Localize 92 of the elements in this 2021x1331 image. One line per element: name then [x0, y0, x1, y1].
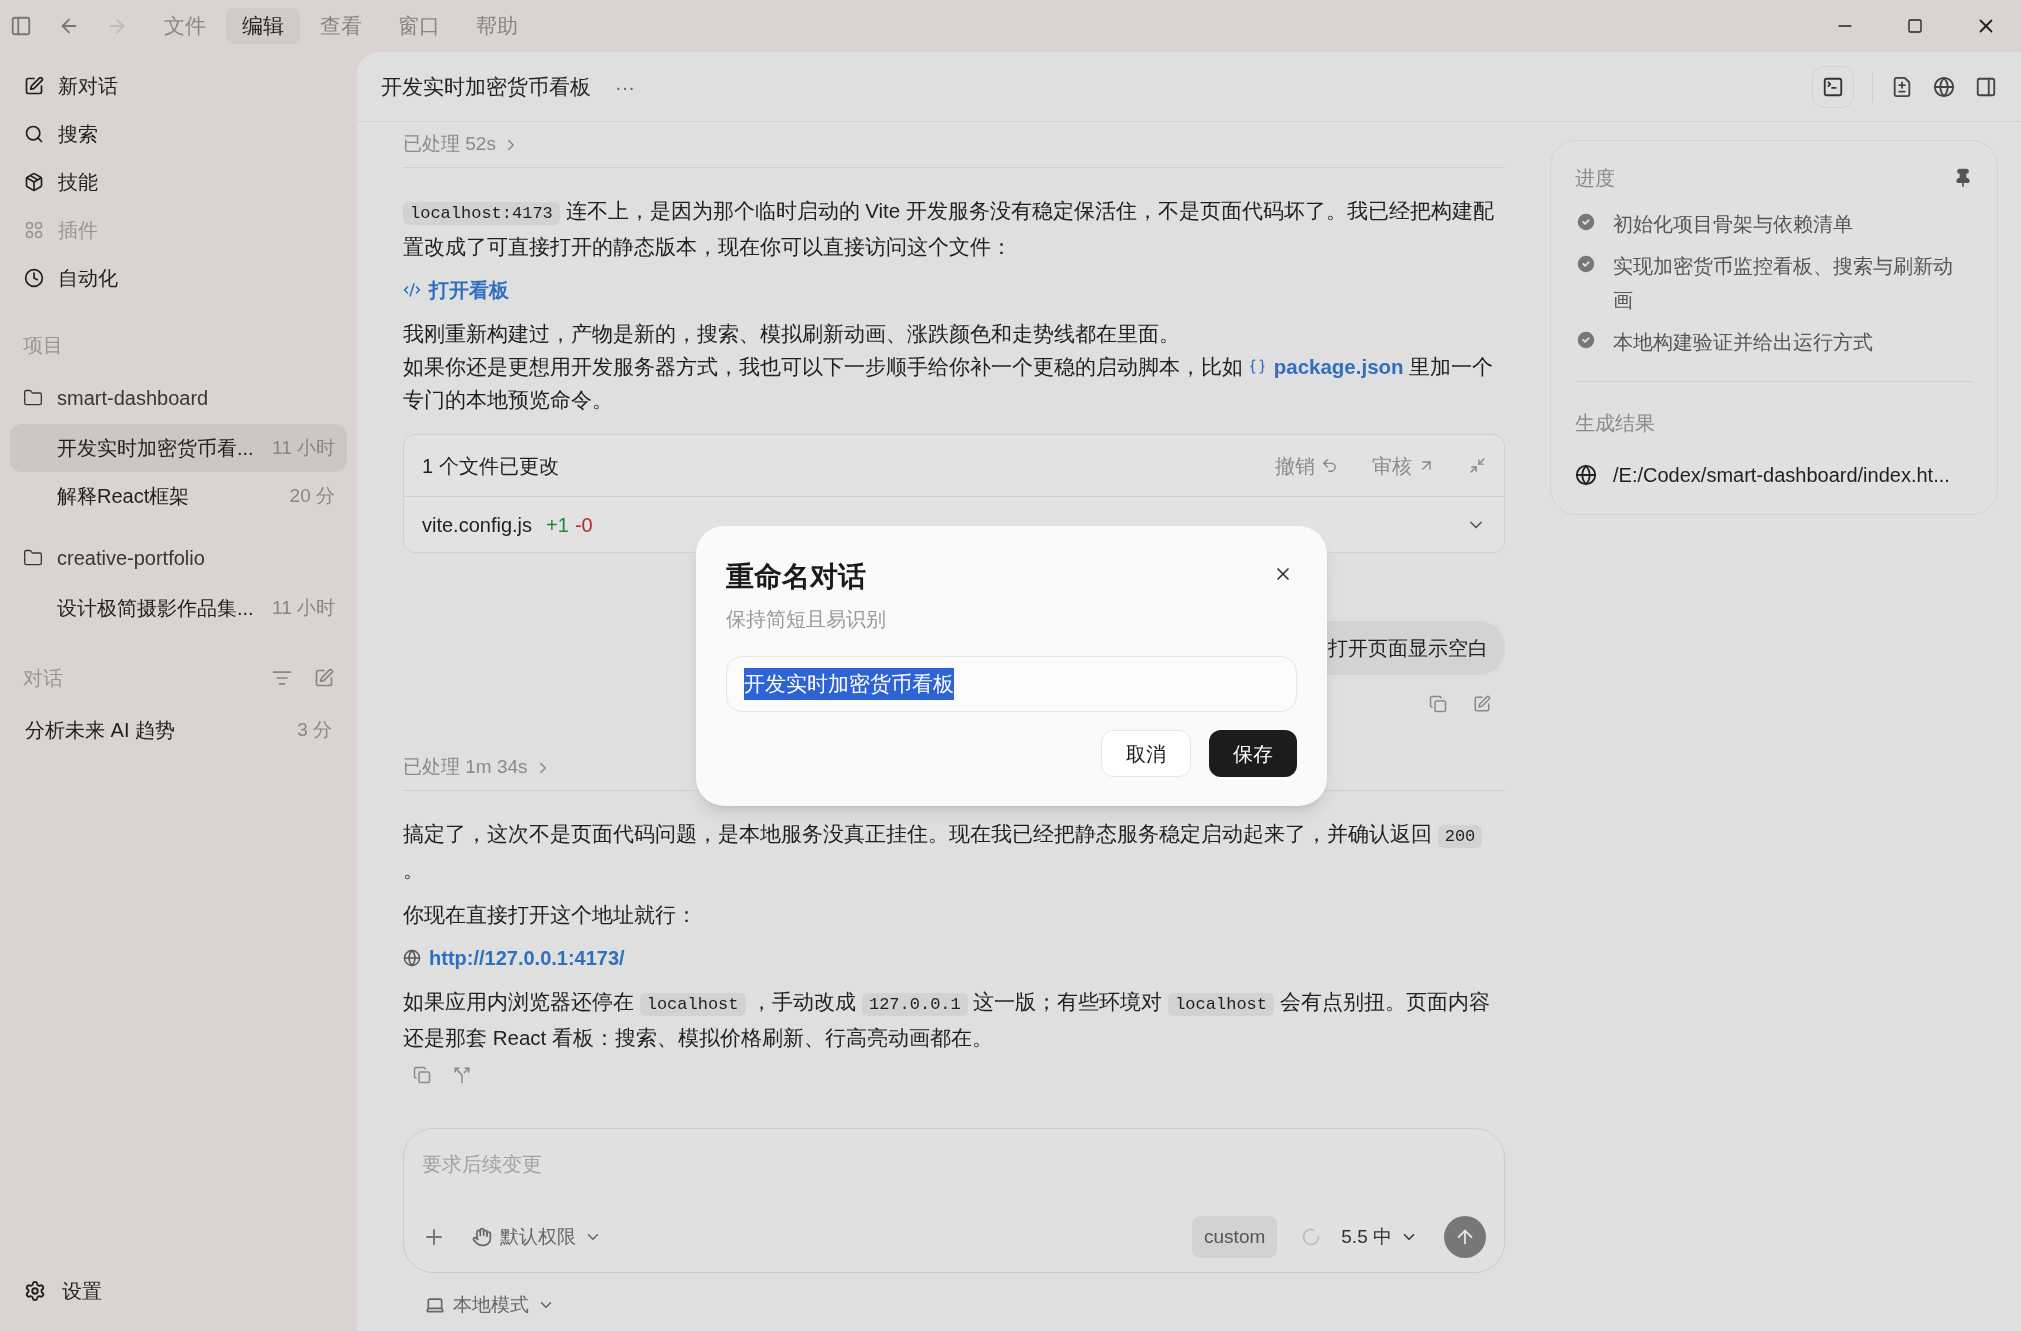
collapse-icon[interactable] [1469, 457, 1486, 474]
check-circle-icon [1575, 253, 1597, 275]
search-icon [24, 124, 44, 144]
dialog-title: 重命名对话 [726, 560, 866, 594]
nav-item[interactable]: 搜索 [10, 112, 347, 156]
panel-right-icon[interactable] [1975, 75, 1997, 98]
edit-icon[interactable] [1473, 695, 1491, 713]
copy-icon[interactable] [1429, 695, 1447, 713]
lines-removed: -0 [574, 512, 593, 538]
permission-dropdown[interactable]: 默认权限 [472, 1222, 602, 1252]
inline-code: localhost:4173 [403, 202, 560, 225]
dialog-subtitle: 保持简短且易识别 [726, 607, 887, 632]
changes-title: 1 个文件已更改 [422, 453, 559, 479]
hand-icon [472, 1227, 492, 1247]
thread-title: 开发实时加密货币看... [57, 436, 254, 461]
section-heading: 项目 [23, 333, 64, 358]
thread-title: 设计极简摄影作品集... [57, 596, 254, 621]
message-paragraph: 我刚重新构建过，产物是新的，搜索、模拟刷新动画、涨跌颜色和走势线都在里面。 如果你还是更想用开发服务器方式，我也可以下一步顺手给你补一个更稳的启动脚本，比如 package.json 里加一个专门的本地预览命令。 [403, 321, 1495, 413]
nav-item[interactable]: 新对话 [10, 64, 347, 108]
nav-item[interactable]: 技能 [10, 160, 347, 204]
lines-added: +1 [546, 512, 569, 538]
check-circle-icon [1575, 211, 1597, 233]
laptop-icon [425, 1295, 445, 1315]
code-icon [403, 281, 421, 299]
thread-time: 3 分 [297, 717, 332, 742]
result-link[interactable]: /E:/Codex/smart-dashboard/index.ht... [1613, 460, 1950, 490]
folder-icon [23, 548, 43, 568]
section-heading: 对话 [23, 666, 63, 691]
sidebar-toggle-icon[interactable] [10, 15, 32, 37]
message-input-field[interactable]: 要求后续变更 [422, 1149, 1486, 1179]
terminal-button[interactable] [1812, 65, 1854, 108]
message-paragraph: localhost:4173 连不上，是因为那个临时启动的 Vite 开发服务没有稳定保活住，不是页面代码坏了。我已经把构建配置改成了可直接打开的静态版本，现在你可以直接访问这个文件： [403, 198, 1495, 260]
model-tag: custom [1192, 1216, 1278, 1258]
message-paragraph: 你现在直接打开这个地址就行： [403, 902, 698, 928]
pin-icon[interactable] [1953, 168, 1973, 188]
panel-heading: 进度 [1575, 166, 1615, 191]
thread-item[interactable]: 设计极简摄影作品集... 11 小时 [10, 584, 347, 632]
copy-icon[interactable] [413, 1066, 431, 1084]
url-link[interactable]: http://127.0.0.1:4173/ [403, 943, 625, 973]
edit-icon[interactable] [314, 668, 334, 688]
chat-title: 开发实时加密货币看板 [381, 73, 591, 100]
thread-item[interactable]: 分析未来 AI 趋势 3 分 [10, 706, 347, 754]
cancel-button[interactable]: 取消 [1101, 730, 1191, 777]
thread-item[interactable]: 开发实时加密货币看... 11 小时 [10, 424, 347, 472]
settings-item[interactable]: 设置 [10, 1269, 347, 1313]
project-item[interactable]: creative-portfolio [10, 536, 347, 580]
menu-item[interactable]: 编辑 [226, 8, 300, 44]
globe-icon [1575, 464, 1597, 486]
step-text: 本地构建验证并给出运行方式 [1613, 330, 1874, 355]
nav-item[interactable]: 自动化 [10, 256, 347, 300]
file-link[interactable]: package.json [1248, 355, 1404, 378]
name-input-field[interactable]: 开发实时加密货币看板 [726, 656, 1297, 712]
diff-icon[interactable] [1891, 75, 1913, 98]
thread-item[interactable]: 解释React框架 20 分 [10, 472, 347, 520]
thread-title: 分析未来 AI 趋势 [25, 718, 175, 743]
maximize-icon[interactable] [1907, 18, 1923, 34]
step-text: 实现加密货币监控看板、搜索与刷新动画 [1613, 254, 1954, 313]
inline-code: localhost [1168, 993, 1274, 1016]
panel-heading: 生成结果 [1575, 411, 1656, 436]
cube-icon [24, 172, 44, 192]
undo-icon [1321, 457, 1338, 474]
save-button[interactable]: 保存 [1209, 730, 1297, 777]
project-item[interactable]: smart-dashboard [10, 376, 347, 420]
file-name: vite.config.js [422, 512, 533, 538]
clock-icon [24, 268, 44, 288]
check-circle-icon [1575, 329, 1597, 351]
thread-time: 20 分 [289, 483, 335, 508]
spinner-icon [1301, 1227, 1322, 1247]
inline-code: 200 [1437, 825, 1483, 848]
edit-icon [24, 76, 44, 96]
settings-icon [24, 1280, 46, 1302]
file-link[interactable]: 打开看板 [403, 275, 509, 305]
thread-time: 11 小时 [272, 435, 335, 460]
fork-icon[interactable] [453, 1066, 471, 1084]
terminal-icon [1822, 75, 1844, 98]
inline-code: localhost [639, 993, 746, 1016]
send-button[interactable] [1444, 1216, 1486, 1258]
message-paragraph: 如果应用内浏览器还停在 localhost ，手动改成 127.0.0.1 这一版；有些环境对 localhost 会有点别扭。页面内容还是那套 React 看板：搜索、模拟价格刷新、行高亮动画都在。 [403, 989, 1491, 1051]
message-paragraph: 搞定了，这次不是页面代码问题，是本地服务没真正挂住。现在我已经把静态服务稳定启动起来了，并确认返回 200 。 [403, 817, 1505, 886]
thread-time: 11 小时 [272, 595, 335, 620]
braces-icon [1248, 358, 1266, 376]
more-button[interactable]: ··· [615, 71, 635, 102]
model-dropdown[interactable]: 5.5 中 [1341, 1222, 1418, 1252]
thread-title: 解释React框架 [57, 484, 190, 509]
globe-icon[interactable] [1933, 75, 1955, 98]
grid-icon [24, 220, 44, 240]
globe-icon [403, 949, 421, 967]
filter-icon[interactable] [272, 668, 292, 688]
folder-icon [23, 388, 43, 408]
step-text: 初始化项目骨架与依赖清单 [1613, 212, 1854, 237]
inline-code: 127.0.0.1 [861, 993, 968, 1016]
mode-dropdown[interactable]: 本地模式 [425, 1287, 555, 1323]
